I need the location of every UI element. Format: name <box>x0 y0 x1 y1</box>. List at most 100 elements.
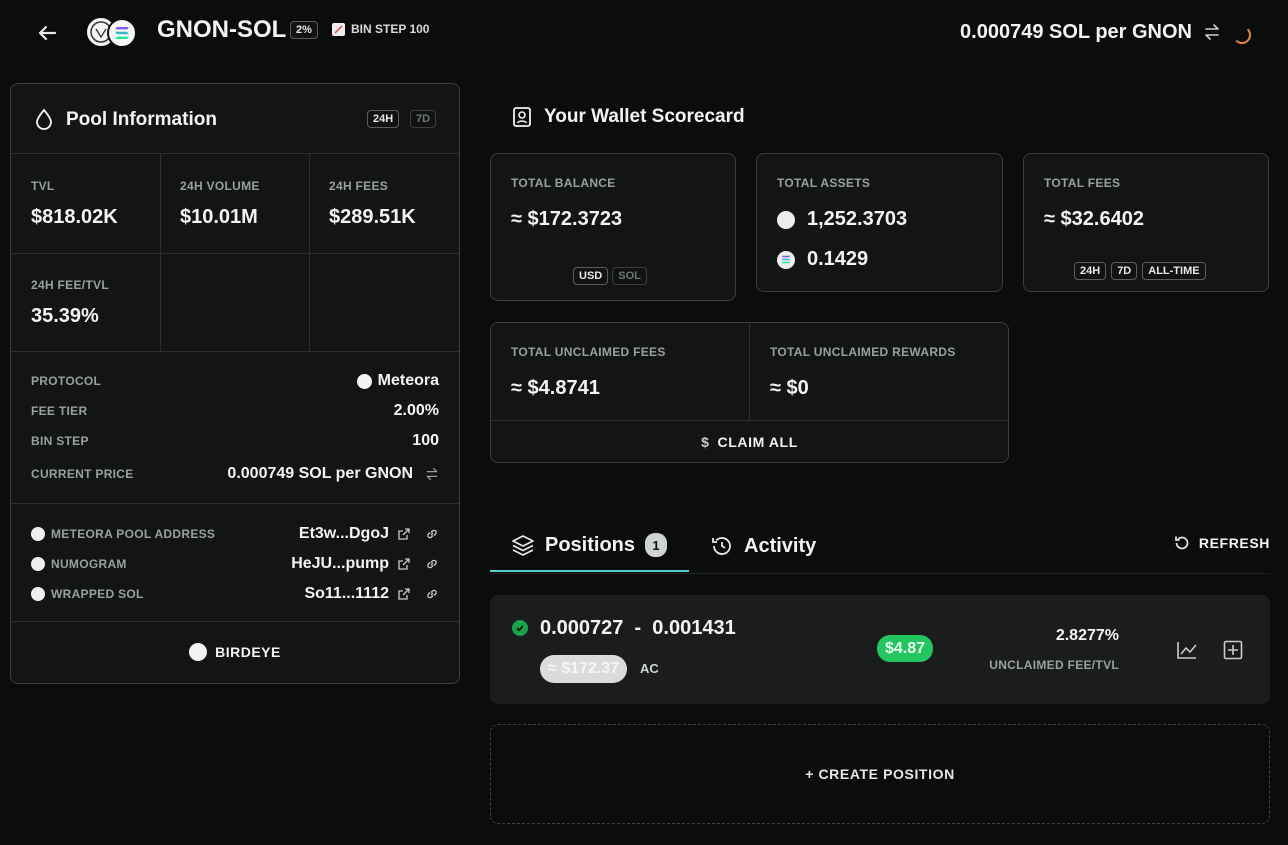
numogram-address-value[interactable]: HeJU...pump <box>291 555 389 573</box>
unclaimed-fees-value: ≈ $4.8741 <box>511 377 600 399</box>
current-price-value: 0.000749 SOL per GNON <box>227 465 413 482</box>
pool-stats-grid: TVL $818.02K 24H VOLUME $10.01M 24H FEES… <box>11 154 460 352</box>
tab-activity[interactable]: Activity <box>710 520 816 572</box>
id-badge-icon <box>512 106 532 128</box>
gnon-token-icon <box>777 210 795 229</box>
pool-details: PROTOCOL Meteora FEE TIER 2.00% BIN STEP… <box>11 352 459 504</box>
back-arrow-icon[interactable] <box>36 22 58 44</box>
stat-label: TVL <box>31 179 55 193</box>
position-usd-value: ≈ $172.37 <box>540 655 628 683</box>
bin-step-value: 100 <box>412 432 439 449</box>
position-price-range: 0.000727 - 0.001431 <box>540 617 736 639</box>
total-balance-card: TOTAL BALANCE ≈ $172.3723 USD SOL <box>490 153 736 301</box>
meteora-icon <box>332 22 345 36</box>
fees-24h-button[interactable]: 24H <box>1074 262 1107 280</box>
stat-value: $10.01M <box>180 206 258 228</box>
sol-token-icon <box>777 250 795 269</box>
swap-direction-icon[interactable] <box>1203 23 1221 41</box>
refresh-label: REFRESH <box>1198 535 1270 551</box>
stat-label: 24H FEES <box>329 179 389 193</box>
fees-7d-button[interactable]: 7D <box>1111 262 1138 280</box>
range-7d-button[interactable]: 7D <box>410 110 437 128</box>
history-icon <box>710 535 734 557</box>
current-price: 0.000749 SOL per GNON <box>960 21 1192 43</box>
wrapped-sol-address-value[interactable]: So11...1112 <box>304 585 389 603</box>
wallet-scorecard-title: Your Wallet Scorecard <box>544 106 745 127</box>
pool-information-title: Pool Information <box>66 109 217 130</box>
stat-24h-fees: 24H FEES $289.51K <box>309 154 458 253</box>
droplet-icon <box>35 108 53 130</box>
detail-label: PROTOCOL <box>31 374 102 388</box>
pool-addresses: METEORA POOL ADDRESS Et3w...DgoJ NUMOGRA… <box>11 504 459 622</box>
fee-badge: 2% <box>290 21 318 39</box>
bin-step-badge: BIN STEP 100 <box>332 22 429 36</box>
tab-positions-label: Positions <box>545 533 636 556</box>
stat-value: 35.39% <box>31 305 99 327</box>
positions-count-badge: 1 <box>645 533 668 557</box>
position-row[interactable]: 0.000727 - 0.001431 ≈ $172.37 AC $4.87 2… <box>490 595 1270 704</box>
unclaimed-fee-tvl-label: UNCLAIMED FEE/TVL <box>989 658 1119 672</box>
meteora-logo-icon <box>356 373 372 389</box>
refresh-icon <box>1173 534 1191 552</box>
layers-icon <box>511 534 535 556</box>
stat-label: 24H FEE/TVL <box>31 278 109 292</box>
address-label: WRAPPED SOL <box>51 587 144 601</box>
card-label: TOTAL ASSETS <box>777 176 871 190</box>
stat-value: $818.02K <box>31 206 118 228</box>
external-link-icon[interactable] <box>397 557 411 571</box>
fee-tier-value: 2.00% <box>393 402 439 419</box>
divider <box>749 323 750 420</box>
gnon-amount: 1,252.3703 <box>807 208 908 230</box>
protocol-value: Meteora <box>377 372 439 389</box>
sol-amount: 0.1429 <box>807 248 869 270</box>
stat-24h-fee-tvl: 24H FEE/TVL 35.39% <box>11 253 160 352</box>
currency-sol-button[interactable]: SOL <box>612 267 647 285</box>
unclaimed-rewards-value: ≈ $0 <box>770 377 809 399</box>
claim-all-button[interactable]: $ CLAIM ALL <box>491 420 1008 462</box>
range-24h-button[interactable]: 24H <box>367 110 400 128</box>
pool-information-panel: Pool Information 24H 7D TVL $818.02K 24H… <box>10 83 460 684</box>
unclaimed-amount-badge: $4.87 <box>877 635 934 662</box>
dollar-icon: $ <box>701 433 710 450</box>
divider <box>11 253 460 254</box>
wallet-scorecard-header: Your Wallet Scorecard <box>512 106 745 128</box>
claim-all-label: CLAIM ALL <box>717 433 798 450</box>
positions-tabs: Positions 1 Activity REFRESH <box>490 520 1270 574</box>
total-balance-value: ≈ $172.3723 <box>511 208 623 230</box>
birdeye-link[interactable]: BIRDEYE <box>11 622 459 682</box>
stat-24h-volume: 24H VOLUME $10.01M <box>160 154 309 253</box>
copy-link-icon[interactable] <box>425 557 439 571</box>
detail-label: BIN STEP <box>31 434 89 448</box>
stat-value: $289.51K <box>329 206 416 228</box>
address-label: METEORA POOL ADDRESS <box>51 527 216 541</box>
tab-activity-label: Activity <box>744 534 817 557</box>
unclaimed-fee-tvl-value: 2.8277% <box>1055 627 1119 644</box>
card-label: TOTAL FEES <box>1044 176 1121 190</box>
card-label: TOTAL BALANCE <box>511 176 616 190</box>
fees-all-time-button[interactable]: ALL-TIME <box>1142 262 1206 280</box>
tab-positions[interactable]: Positions 1 <box>490 520 689 572</box>
unclaimed-card: TOTAL UNCLAIMED FEES ≈ $4.8741 TOTAL UNC… <box>490 322 1009 463</box>
stat-label: 24H VOLUME <box>180 179 260 193</box>
total-fees-value: ≈ $32.6402 <box>1044 208 1144 230</box>
address-label: NUMOGRAM <box>51 557 127 571</box>
meteora-logo-icon <box>31 527 45 541</box>
swap-direction-icon[interactable] <box>425 467 439 481</box>
external-link-icon[interactable] <box>397 587 411 601</box>
total-assets-card: TOTAL ASSETS 1,252.3703 0.1429 <box>756 153 1003 292</box>
add-liquidity-icon[interactable] <box>1223 640 1243 660</box>
refresh-button[interactable]: REFRESH <box>1173 534 1270 552</box>
external-link-icon[interactable] <box>397 527 411 541</box>
total-fees-card: TOTAL FEES ≈ $32.6402 24H 7D ALL-TIME <box>1023 153 1269 292</box>
copy-link-icon[interactable] <box>425 527 439 541</box>
bin-step-label: BIN STEP 100 <box>351 22 430 36</box>
birdeye-logo-icon <box>189 643 208 661</box>
stat-tvl: TVL $818.02K <box>11 154 160 253</box>
copy-link-icon[interactable] <box>425 587 439 601</box>
numogram-logo-icon <box>31 557 45 571</box>
token-logos <box>85 16 141 50</box>
chart-icon[interactable] <box>1176 640 1198 660</box>
create-position-button[interactable]: + CREATE POSITION <box>490 724 1270 824</box>
pool-address-value[interactable]: Et3w...DgoJ <box>299 525 389 543</box>
currency-usd-button[interactable]: USD <box>573 267 609 285</box>
